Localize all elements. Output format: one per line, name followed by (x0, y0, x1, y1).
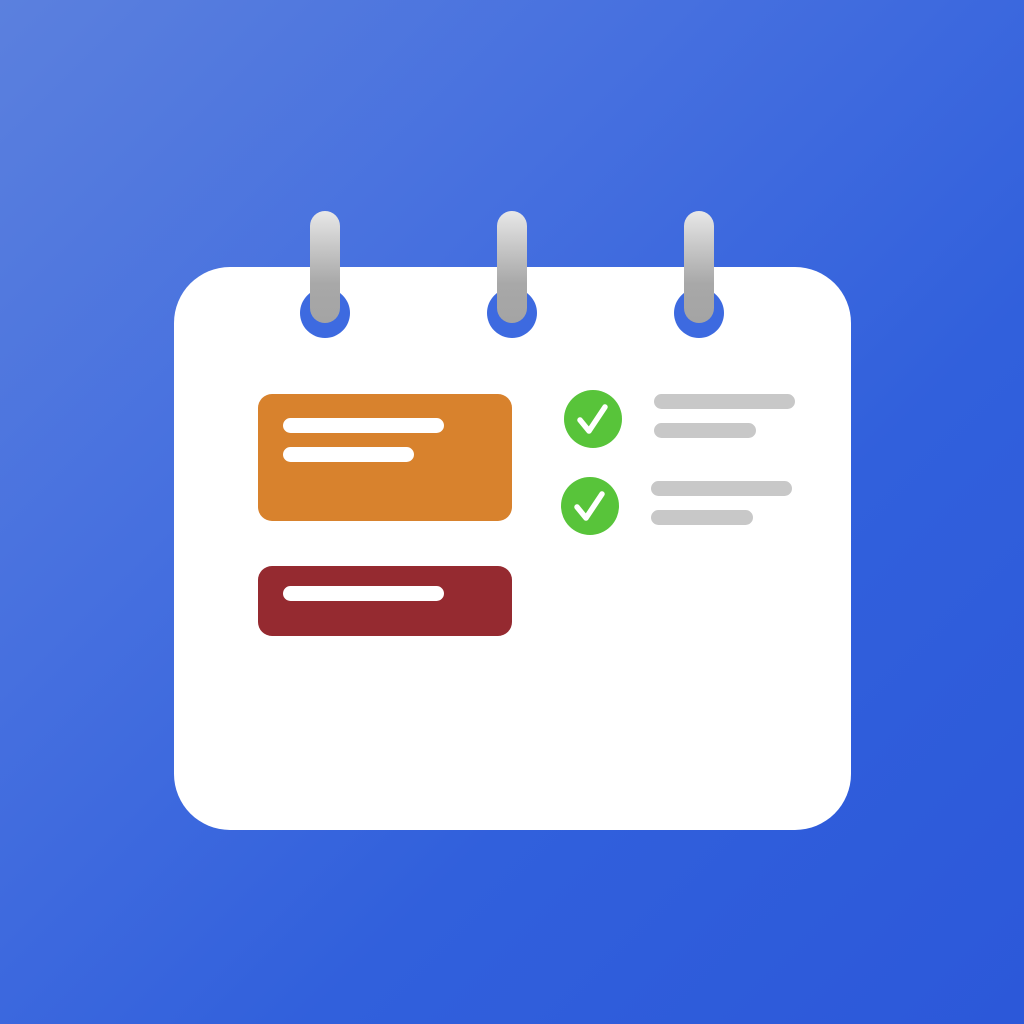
check-circle-icon (561, 477, 619, 535)
check-circle-icon (564, 390, 622, 448)
ring-icon (497, 211, 527, 323)
event-block-red (258, 566, 512, 636)
checklist-text-line (654, 394, 795, 409)
checklist-text-line (651, 481, 792, 496)
event-text-line (283, 418, 444, 433)
event-block-orange (258, 394, 512, 521)
event-text-line (283, 447, 414, 462)
ring-icon (684, 211, 714, 323)
event-text-line (283, 586, 444, 601)
checklist-text-line (651, 510, 753, 525)
ring-icon (310, 211, 340, 323)
calendar-page (174, 267, 851, 830)
checklist-text-line (654, 423, 756, 438)
